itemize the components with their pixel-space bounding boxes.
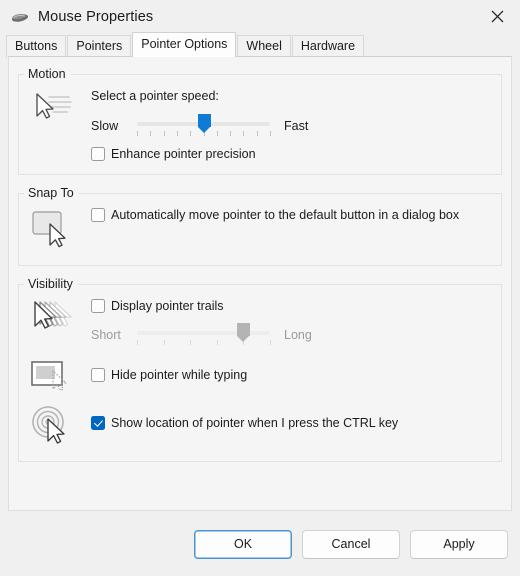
visibility-group: Visibility Display pointer trails Short …	[18, 277, 502, 462]
pointer-trails-min-label: Short	[91, 328, 121, 342]
title-bar: Mouse Properties	[0, 0, 520, 33]
dialog-footer: OK Cancel Apply	[0, 512, 520, 576]
tab-buttons[interactable]: Buttons	[6, 35, 67, 58]
ok-button[interactable]: OK	[194, 529, 292, 559]
snap-to-group-legend: Snap To	[28, 186, 74, 200]
pointer-options-panel: Motion Select a pointer speed: Slow Fast…	[8, 56, 512, 511]
pointer-location-ripple-icon	[32, 406, 65, 444]
pointer-speed-slider-row: Slow Fast	[91, 111, 491, 139]
hide-pointer-typing-label: Hide pointer while typing	[111, 368, 248, 382]
motion-group-legend: Motion	[28, 67, 66, 81]
tab-strip: Buttons Pointers Pointer Options Wheel H…	[6, 32, 520, 58]
snap-to-auto-move-checkbox[interactable]	[91, 208, 105, 222]
tab-wheel[interactable]: Wheel	[237, 35, 291, 58]
mouse-icon	[11, 13, 29, 22]
pointer-speed-caption: Select a pointer speed:	[91, 89, 219, 103]
apply-button[interactable]: Apply	[410, 529, 508, 559]
pointer-trails-slider[interactable]	[137, 320, 271, 348]
snap-to-group: Snap To Automatically move pointer to th…	[18, 186, 502, 266]
window-title: Mouse Properties	[38, 8, 154, 25]
default-button-pointer-icon	[32, 211, 66, 248]
enhance-pointer-precision-label: Enhance pointer precision	[111, 147, 256, 161]
close-button[interactable]	[475, 0, 520, 33]
snap-to-auto-move-label: Automatically move pointer to the defaul…	[111, 208, 460, 222]
pointer-speed-max-label: Fast	[284, 119, 309, 133]
hide-pointer-typing-icon	[31, 361, 67, 392]
motion-group: Motion Select a pointer speed: Slow Fast…	[18, 67, 502, 175]
pointer-trails-thumb[interactable]	[237, 323, 251, 342]
hide-pointer-typing-row[interactable]: Hide pointer while typing	[91, 367, 491, 384]
tab-hardware[interactable]: Hardware	[291, 35, 365, 58]
cancel-button[interactable]: Cancel	[302, 529, 400, 559]
display-pointer-trails-row[interactable]: Display pointer trails	[91, 298, 491, 315]
hide-pointer-typing-checkbox[interactable]	[91, 368, 105, 382]
tab-pointer-options[interactable]: Pointer Options	[132, 32, 237, 57]
pointer-trails-max-label: Long	[284, 328, 312, 342]
enhance-pointer-precision-row[interactable]: Enhance pointer precision	[91, 146, 491, 163]
enhance-pointer-precision-checkbox[interactable]	[91, 147, 105, 161]
visibility-group-legend: Visibility	[28, 277, 73, 291]
pointer-motion-icon	[36, 93, 72, 119]
pointer-speed-thumb[interactable]	[197, 114, 211, 133]
display-pointer-trails-checkbox[interactable]	[91, 299, 105, 313]
close-icon	[491, 10, 504, 23]
tab-pointers[interactable]: Pointers	[67, 35, 132, 58]
pointer-speed-slider[interactable]	[137, 111, 271, 139]
show-pointer-location-row[interactable]: Show location of pointer when I press th…	[91, 415, 491, 432]
pointer-speed-min-label: Slow	[91, 119, 119, 133]
pointer-trails-slider-row: Short Long	[91, 320, 491, 348]
show-pointer-location-checkbox[interactable]	[91, 416, 105, 430]
snap-to-auto-move-row[interactable]: Automatically move pointer to the defaul…	[91, 207, 491, 224]
show-pointer-location-label: Show location of pointer when I press th…	[111, 416, 399, 430]
display-pointer-trails-label: Display pointer trails	[111, 299, 224, 313]
pointer-trails-icon	[34, 301, 72, 329]
